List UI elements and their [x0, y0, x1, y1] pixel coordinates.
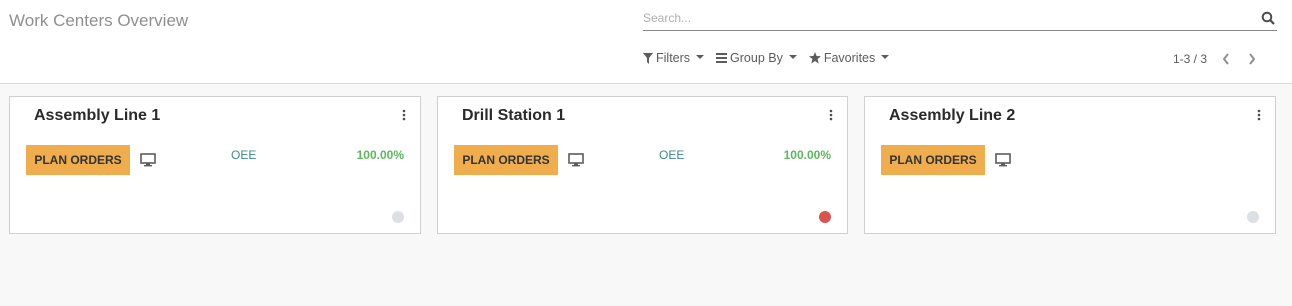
group-by-button[interactable]: Group By: [716, 51, 797, 65]
filters-button[interactable]: Filters: [643, 51, 705, 65]
filters-label: Filters: [656, 51, 691, 65]
oee-label[interactable]: OEE: [659, 148, 684, 162]
filter-icon: [643, 52, 653, 64]
oee-label[interactable]: OEE: [231, 148, 256, 162]
kebab-menu-icon[interactable]: [401, 109, 407, 121]
favorites-button[interactable]: Favorites: [808, 51, 890, 65]
kebab-menu-icon[interactable]: [828, 109, 834, 121]
oee-value: 100.00%: [783, 148, 831, 162]
star-icon: [808, 52, 821, 64]
status-indicator[interactable]: [1247, 211, 1259, 223]
plan-orders-button[interactable]: PLAN ORDERS: [26, 145, 130, 175]
chevron-down-icon: [696, 55, 705, 59]
status-indicator[interactable]: [819, 211, 831, 223]
chevron-right-icon: [1249, 53, 1256, 65]
monitor-icon[interactable]: [568, 153, 584, 167]
monitor-icon[interactable]: [140, 153, 156, 167]
oee-value: 100.00%: [356, 148, 404, 162]
search-options: Filters Group By Favorites: [643, 51, 901, 65]
work-center-name: Assembly Line 2: [889, 107, 1016, 124]
group-by-label: Group By: [730, 51, 783, 65]
chevron-down-icon: [881, 55, 890, 59]
chevron-down-icon: [788, 55, 797, 59]
page-title: Work Centers Overview: [9, 11, 189, 30]
search-icon[interactable]: [1261, 11, 1275, 25]
pager-next-button[interactable]: [1245, 51, 1259, 67]
work-center-card[interactable]: Drill Station 1 PLAN ORDERS OEE 100.00%: [437, 96, 848, 234]
status-indicator[interactable]: [392, 211, 404, 223]
pager: 1-3 / 3: [1173, 51, 1259, 67]
search-box: [643, 8, 1277, 31]
chevron-left-icon: [1222, 53, 1229, 65]
plan-orders-button[interactable]: PLAN ORDERS: [881, 145, 985, 175]
monitor-icon[interactable]: [995, 153, 1011, 167]
work-center-name: Drill Station 1: [462, 107, 566, 124]
work-center-name: Assembly Line 1: [34, 107, 161, 124]
work-center-card[interactable]: Assembly Line 2 PLAN ORDERS: [864, 96, 1276, 234]
pager-value[interactable]: 1-3 / 3: [1173, 52, 1207, 66]
favorites-label: Favorites: [823, 51, 876, 65]
kebab-menu-icon[interactable]: [1256, 109, 1262, 121]
pager-previous-button[interactable]: [1219, 51, 1233, 67]
search-input[interactable]: [643, 8, 1243, 28]
bars-icon: [716, 53, 728, 63]
work-center-card[interactable]: Assembly Line 1 PLAN ORDERS OEE 100.00%: [9, 96, 421, 234]
plan-orders-button[interactable]: PLAN ORDERS: [454, 145, 558, 175]
control-panel: Work Centers Overview Filters Group By F…: [0, 0, 1292, 84]
